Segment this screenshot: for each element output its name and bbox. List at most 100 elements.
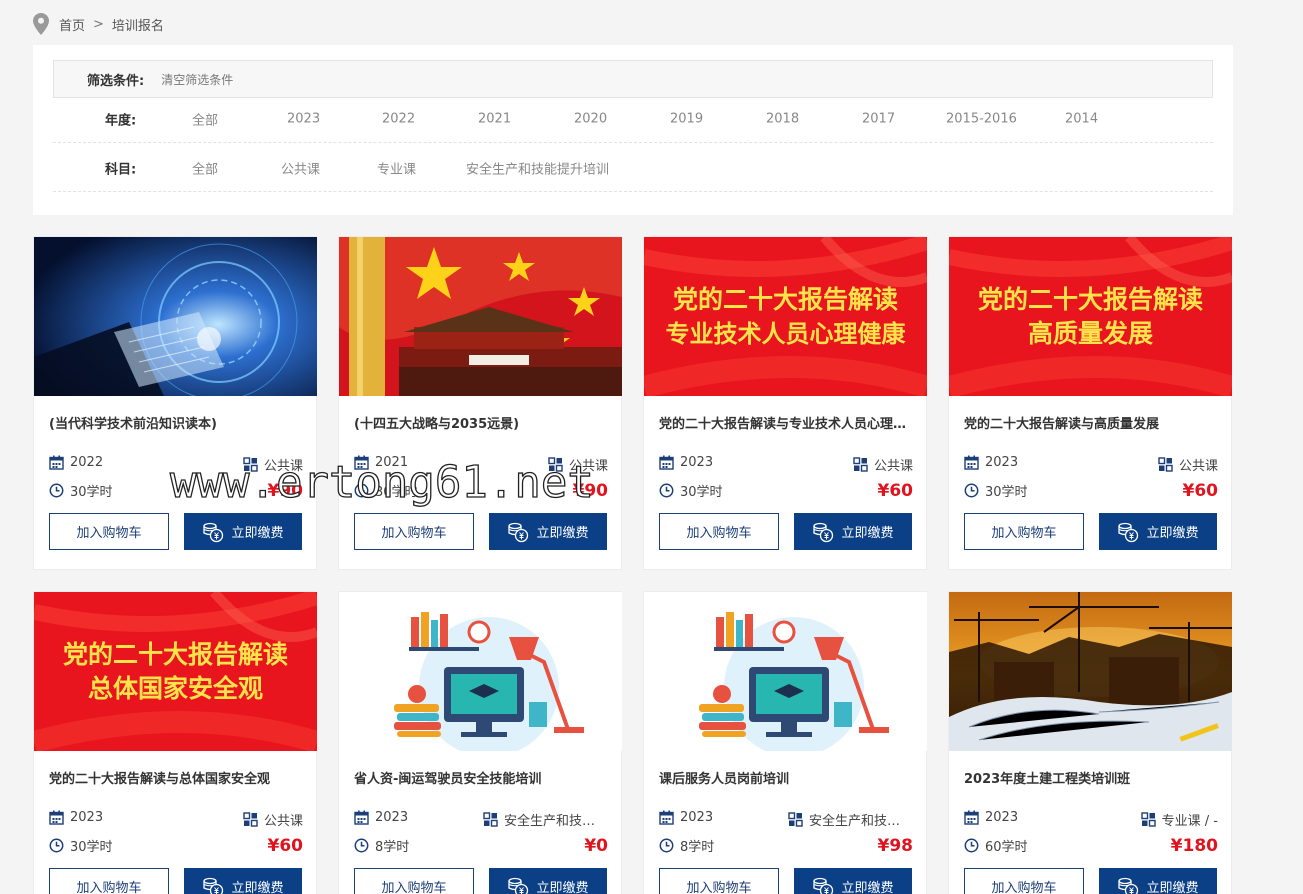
location-pin-icon [33, 13, 49, 35]
course-hours: 60学时 [964, 836, 1028, 855]
pay-now-button[interactable]: 立即缴费 [184, 868, 302, 894]
banner-line: 高质量发展 [1027, 318, 1153, 348]
course-card[interactable]: 2023年度土建工程类培训班 2023 专业课 / - 60学时 ¥180 加入… [948, 591, 1232, 894]
add-to-cart-label: 加入购物车 [991, 881, 1057, 894]
course-year-value: 2022 [70, 455, 104, 470]
course-card[interactable]: 党的二十大报告解读 高质量发展 党的二十大报告解读与高质量发展 2023 公共课 … [948, 236, 1232, 570]
pay-now-label: 立即缴费 [231, 881, 284, 894]
pay-now-button[interactable]: 立即缴费 [184, 513, 302, 550]
course-card[interactable]: (当代科学技术前沿知识读本) 2022 公共课 30学时 ¥90 加入购物车 立… [33, 236, 317, 570]
year-option-2015-2016[interactable]: 2015-2016 [946, 111, 1017, 126]
course-category: 公共课 [853, 455, 913, 474]
course-meta-row-2: 8学时 ¥98 [659, 836, 913, 856]
add-to-cart-button[interactable]: 加入购物车 [49, 868, 169, 894]
course-card[interactable]: 党的二十大报告解读 专业技术人员心理健康 党的二十大报告解读与专业技术人员心理健康… [643, 236, 927, 570]
subject-option-professional[interactable]: 专业课 [377, 158, 416, 177]
course-category: 专业课 / - [1140, 810, 1218, 829]
year-option-2022[interactable]: 2022 [382, 111, 415, 126]
pay-now-button[interactable]: 立即缴费 [794, 513, 912, 550]
calendar-icon [49, 455, 64, 470]
course-hours-value: 30学时 [70, 485, 113, 500]
course-hours: 30学时 [659, 481, 723, 500]
course-thumbnail[interactable] [949, 592, 1232, 751]
coins-pay-icon [508, 522, 529, 542]
breadcrumb: 首页 > 培训报名 [33, 12, 164, 36]
coins-pay-icon [203, 877, 224, 894]
course-meta-row-1: 2023 专业课 / - [964, 810, 1218, 829]
course-title[interactable]: 党的二十大报告解读与高质量发展 [964, 413, 1218, 432]
pay-now-button[interactable]: 立即缴费 [489, 513, 607, 550]
coins-pay-icon [1118, 522, 1139, 542]
course-thumbnail[interactable] [644, 592, 927, 751]
subject-option-all[interactable]: 全部 [192, 158, 218, 177]
clock-icon [49, 483, 64, 498]
pay-now-button[interactable]: 立即缴费 [489, 868, 607, 894]
banner-line: 党的二十大报告解读 [62, 639, 288, 669]
pay-now-button[interactable]: 立即缴费 [1099, 513, 1217, 550]
category-grid-icon [243, 812, 258, 827]
course-price-value: ¥60 [267, 836, 304, 856]
calendar-icon [659, 455, 674, 470]
add-to-cart-button[interactable]: 加入购物车 [964, 513, 1084, 550]
course-meta-row-1: 2023 公共课 [659, 455, 913, 474]
add-to-cart-button[interactable]: 加入购物车 [354, 868, 474, 894]
breadcrumb-home-link[interactable]: 首页 [59, 15, 85, 34]
course-year: 2022 [49, 455, 103, 470]
add-to-cart-button[interactable]: 加入购物车 [49, 513, 169, 550]
clock-icon [354, 838, 369, 853]
course-card[interactable]: (十四五大战略与2035远景) 2021 公共课 30学时 ¥90 加入购物车 … [338, 236, 622, 570]
year-option-2023[interactable]: 2023 [287, 111, 320, 126]
add-to-cart-button[interactable]: 加入购物车 [354, 513, 474, 550]
course-hours-value: 30学时 [70, 840, 113, 855]
pay-now-button[interactable]: 立即缴费 [1099, 868, 1217, 894]
year-option-2020[interactable]: 2020 [574, 111, 607, 126]
course-category-value: 公共课 [873, 459, 913, 474]
course-year: 2023 [354, 810, 408, 825]
add-to-cart-button[interactable]: 加入购物车 [659, 513, 779, 550]
course-card[interactable]: 党的二十大报告解读 总体国家安全观 党的二十大报告解读与总体国家安全观 2023 … [33, 591, 317, 894]
course-title[interactable]: (十四五大战略与2035远景) [354, 413, 608, 432]
course-thumbnail[interactable]: 党的二十大报告解读 高质量发展 [949, 237, 1232, 396]
course-title[interactable]: 省人资-闽运驾驶员安全技能培训 [354, 768, 608, 787]
course-thumbnail[interactable] [339, 237, 622, 396]
course-category: 安全生产和技能提升培训 [788, 810, 913, 829]
course-title[interactable]: 党的二十大报告解读与专业技术人员心理健康 [659, 413, 913, 432]
course-meta-row-1: 2023 安全生产和技能提升培训 [354, 810, 608, 829]
course-title[interactable]: 课后服务人员岗前培训 [659, 768, 913, 787]
course-thumbnail[interactable] [339, 592, 622, 751]
year-option-all[interactable]: 全部 [192, 109, 218, 128]
course-card[interactable]: 省人资-闽运驾驶员安全技能培训 2023 安全生产和技能提升培训 8学时 ¥0 … [338, 591, 622, 894]
add-to-cart-label: 加入购物车 [381, 526, 447, 541]
course-category-value: 公共课 [1178, 459, 1218, 474]
year-option-2019[interactable]: 2019 [670, 111, 703, 126]
watermark-text: www.ertong61.net [169, 456, 594, 508]
course-title[interactable]: 党的二十大报告解读与总体国家安全观 [49, 768, 303, 787]
course-title[interactable]: (当代科学技术前沿知识读本) [49, 413, 303, 432]
banner-line: 专业技术人员心理健康 [665, 319, 906, 348]
add-to-cart-button[interactable]: 加入购物车 [659, 868, 779, 894]
year-option-2014[interactable]: 2014 [1065, 111, 1098, 126]
pay-now-label: 立即缴费 [536, 526, 589, 541]
course-category: 公共课 [1158, 455, 1218, 474]
year-filter-row: 年度: 全部 2023 2022 2021 2020 2019 2018 201… [53, 95, 1213, 143]
course-image [644, 592, 927, 751]
course-card[interactable]: 课后服务人员岗前培训 2023 安全生产和技能提升培训 8学时 ¥98 加入购物… [643, 591, 927, 894]
add-to-cart-button[interactable]: 加入购物车 [964, 868, 1084, 894]
year-option-2018[interactable]: 2018 [766, 111, 799, 126]
course-meta-row-2: 60学时 ¥180 [964, 836, 1218, 856]
course-year: 2023 [964, 810, 1018, 825]
year-option-2021[interactable]: 2021 [478, 111, 511, 126]
course-title[interactable]: 2023年度土建工程类培训班 [964, 768, 1218, 787]
pay-now-button[interactable]: 立即缴费 [794, 868, 912, 894]
course-meta-row-2: 8学时 ¥0 [354, 836, 608, 856]
course-thumbnail[interactable]: 党的二十大报告解读 专业技术人员心理健康 [644, 237, 927, 396]
subject-option-safety[interactable]: 安全生产和技能提升培训 [466, 158, 609, 177]
clear-filters-link[interactable]: 清空筛选条件 [161, 71, 233, 88]
course-thumbnail[interactable]: 党的二十大报告解读 总体国家安全观 [34, 592, 317, 751]
year-option-2017[interactable]: 2017 [862, 111, 895, 126]
course-year-value: 2023 [985, 810, 1019, 825]
subject-option-public[interactable]: 公共课 [281, 158, 320, 177]
course-thumbnail[interactable] [34, 237, 317, 396]
pay-now-label: 立即缴费 [841, 526, 894, 541]
course-hours-value: 8学时 [375, 840, 410, 855]
